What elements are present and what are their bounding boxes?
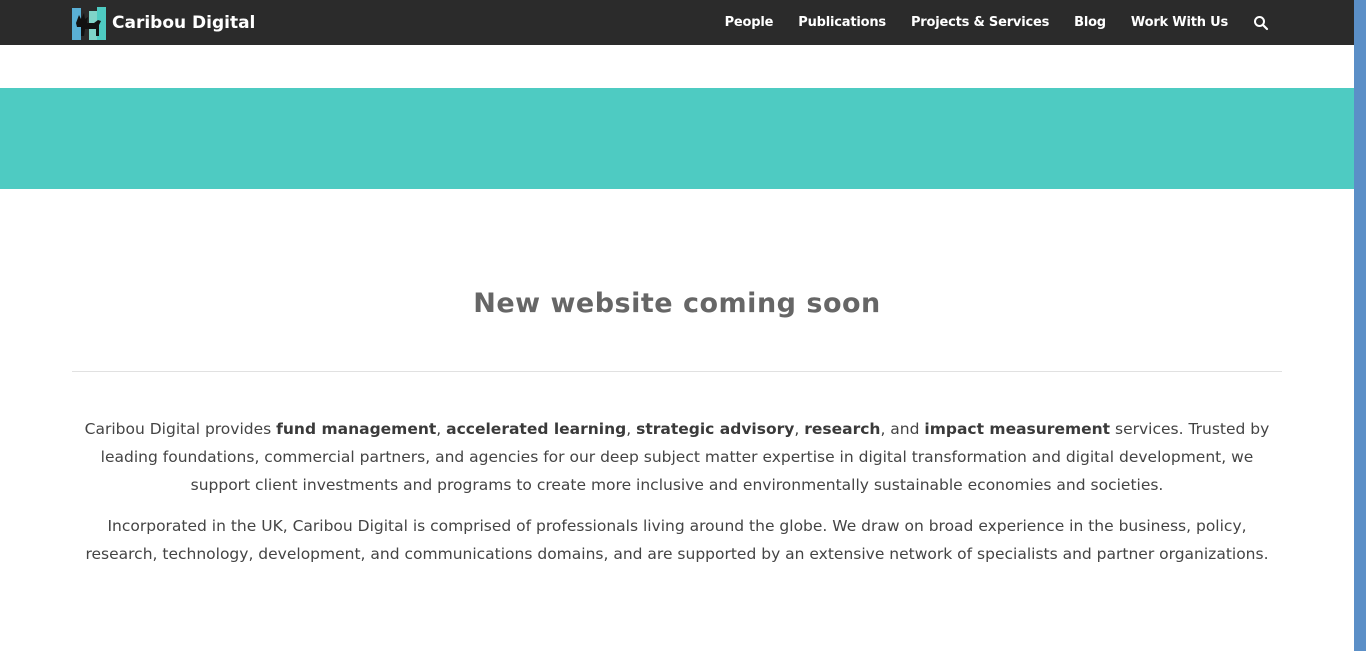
logo-text: Caribou Digital <box>112 12 256 33</box>
intro-paragraph-1: Caribou Digital provides fund management… <box>82 415 1272 499</box>
text-fragment: , <box>626 420 637 438</box>
main-nav: People Publications Projects & Services … <box>700 0 1269 45</box>
page: Caribou Digital People Publications Proj… <box>0 0 1366 651</box>
caribou-logo-icon <box>72 5 106 40</box>
intro-content: Caribou Digital provides fund management… <box>82 415 1272 581</box>
service-strategic-advisory: strategic advisory <box>636 420 795 438</box>
page-title: New website coming soon <box>473 288 881 319</box>
service-impact-measurement: impact measurement <box>924 420 1111 438</box>
nav-item-projects-services[interactable]: Projects & Services <box>911 15 1049 30</box>
hero-band <box>0 88 1354 189</box>
nav-item-work-with-us[interactable]: Work With Us <box>1131 15 1228 30</box>
site-header: Caribou Digital People Publications Proj… <box>0 0 1354 45</box>
service-fund-management: fund management <box>276 420 437 438</box>
text-fragment: , <box>436 420 447 438</box>
logo-link[interactable]: Caribou Digital <box>72 5 255 40</box>
page-scrollbar[interactable] <box>1354 0 1366 651</box>
service-research: research <box>804 420 881 438</box>
text-fragment: Caribou Digital provides <box>84 420 277 438</box>
nav-item-blog[interactable]: Blog <box>1074 15 1106 30</box>
service-accelerated-learning: accelerated learning <box>446 420 627 438</box>
nav-item-publications[interactable]: Publications <box>798 15 886 30</box>
divider <box>72 371 1282 372</box>
nav-item-people[interactable]: People <box>725 15 774 30</box>
text-fragment: , <box>794 420 805 438</box>
viewport: Caribou Digital People Publications Proj… <box>0 0 1354 651</box>
intro-paragraph-2: Incorporated in the UK, Caribou Digital … <box>85 517 1269 563</box>
search-icon[interactable] <box>1253 15 1269 31</box>
text-fragment: , and <box>880 420 925 438</box>
